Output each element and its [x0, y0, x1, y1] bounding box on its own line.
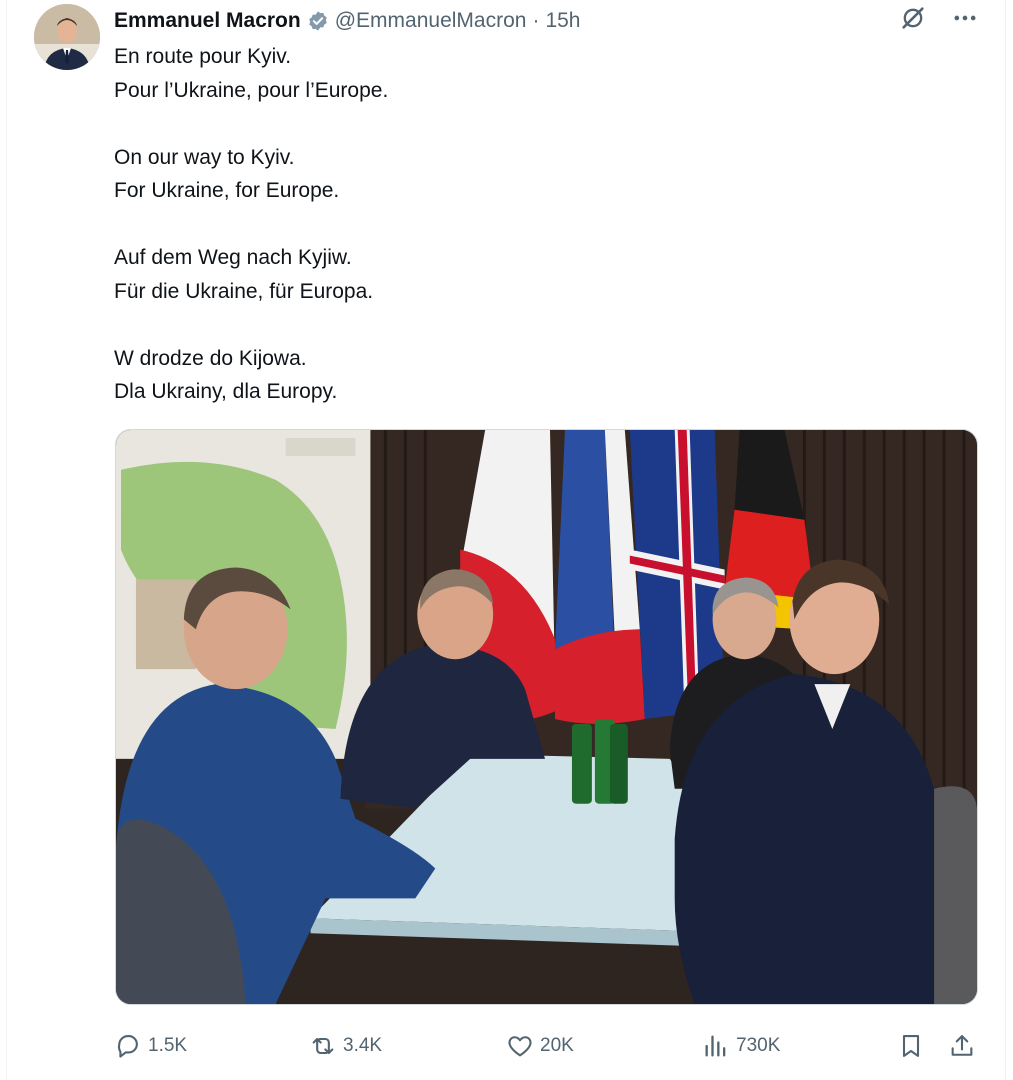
view-count: 730K [736, 1035, 781, 1056]
reply-button[interactable]: 1.5K [114, 1026, 187, 1066]
like-count: 20K [540, 1035, 574, 1056]
tweet-actions: 1.5K 3.4K 20K 730K [114, 1026, 980, 1066]
photo-image [116, 430, 977, 1004]
repost-icon [312, 1037, 334, 1055]
author-handle[interactable]: @EmmanuelMacron [335, 9, 527, 33]
share-button[interactable] [948, 1026, 976, 1066]
verified-badge-icon [309, 11, 327, 31]
repost-count: 3.4K [343, 1035, 383, 1056]
reply-icon [117, 1035, 138, 1058]
tweet-line: Pour l’Ukraine, pour l’Europe. [114, 78, 389, 102]
grok-icon[interactable] [899, 4, 927, 32]
tweet-line: W drodze do Kijowa. [114, 346, 307, 370]
views-icon [705, 1035, 726, 1057]
tweet-header: Emmanuel Macron @EmmanuelMacron · 15h [114, 6, 580, 36]
reply-count: 1.5K [148, 1035, 188, 1056]
separator-dot: · [532, 9, 540, 32]
repost-button[interactable]: 3.4K [309, 1026, 382, 1066]
tweet-line: En route pour Kyiv. [114, 45, 292, 68]
avatar[interactable] [34, 4, 100, 70]
tweet-photo[interactable] [115, 429, 978, 1005]
top-actions [899, 4, 979, 32]
more-icon[interactable] [951, 4, 979, 32]
tweet-line: On our way to Kyiv. [114, 145, 295, 169]
tweet-line: Dla Ukrainy, dla Europy. [114, 380, 338, 403]
tweet-line: For Ukraine, for Europe. [114, 179, 340, 202]
bookmark-button[interactable] [897, 1026, 925, 1066]
avatar-image [34, 4, 100, 70]
timestamp[interactable]: 15h [545, 9, 580, 33]
author-name[interactable]: Emmanuel Macron [114, 9, 301, 33]
views-button[interactable]: 730K [702, 1026, 780, 1066]
share-icon [951, 1035, 973, 1056]
tweet-line: Auf dem Weg nach Kyjiw. [114, 246, 352, 269]
tweet-text: En route pour Kyiv. Pour l’Ukraine, pour… [114, 40, 974, 409]
like-button[interactable]: 20K [506, 1026, 574, 1066]
tweet-line: Für die Ukraine, für Europa. [114, 279, 374, 303]
bookmark-icon [902, 1035, 920, 1057]
heart-icon [508, 1036, 532, 1057]
